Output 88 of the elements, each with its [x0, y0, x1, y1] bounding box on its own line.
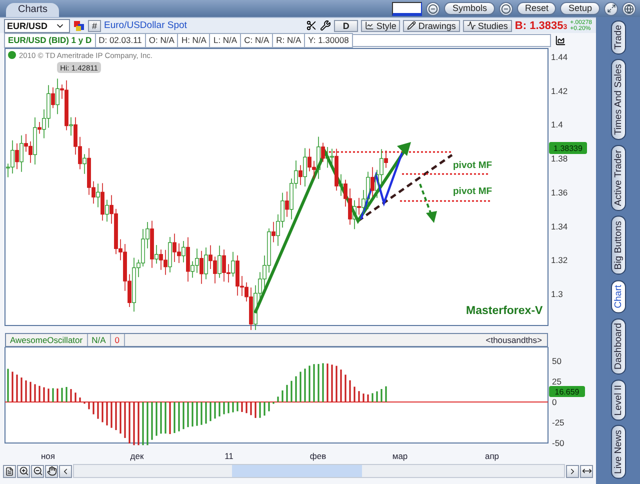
hash-button[interactable]: #	[88, 20, 102, 32]
fit-button[interactable]	[580, 464, 593, 478]
horizontal-arrows-icon	[582, 466, 592, 476]
chart-caption: Masterforex-V	[466, 305, 543, 317]
chart-type-icon[interactable]	[555, 35, 566, 46]
axis-tick-label: 1.44	[551, 52, 568, 62]
page-icon	[5, 466, 14, 476]
pan-button[interactable]	[45, 464, 58, 478]
zoom-in-icon	[18, 466, 28, 476]
axis-tick-label: ноя	[40, 451, 56, 461]
axis-tick-label: мар	[392, 451, 408, 461]
dashed-arrow	[419, 184, 437, 223]
quote-field: R: N/A	[273, 33, 306, 48]
axis-tick-label: 1.3	[551, 289, 563, 300]
units-label: <thousandths>	[486, 335, 543, 345]
quote-field: H: N/A	[178, 33, 210, 48]
globe-button[interactable]	[622, 2, 636, 16]
zoom-out-button[interactable]	[31, 464, 44, 478]
axis-tick-label: 11	[224, 451, 234, 461]
sidebar-tab[interactable]: Chart	[610, 280, 626, 314]
zoom-out-icon	[32, 466, 42, 476]
pivot-label: pivot MF	[453, 160, 492, 171]
last-value-badge: 16.659	[549, 386, 585, 397]
hand-icon	[46, 466, 56, 476]
symbol-input[interactable]: EUR/USD	[5, 20, 55, 30]
instrument-title: EUR/USD (BID) 1 y D	[4, 33, 96, 48]
expand-button[interactable]	[604, 2, 618, 16]
zoom-in-button[interactable]	[17, 464, 30, 478]
color-squares-icon[interactable]	[73, 20, 85, 32]
scrollbar-thumb[interactable]	[232, 465, 362, 477]
minus-button[interactable]	[426, 2, 440, 16]
toolbar-button[interactable]: Drawings	[403, 20, 460, 32]
quote-field: D: 02.03.11	[96, 33, 146, 48]
axis-tick-label: 1.34	[551, 221, 568, 232]
scroll-left-button[interactable]	[59, 464, 72, 478]
axis-tick-label: 1.32	[551, 255, 568, 266]
toolbar-button[interactable]: Reset	[516, 2, 556, 15]
globe-icon	[624, 4, 634, 14]
studies-icon	[466, 21, 476, 30]
chart-line-icon	[365, 21, 374, 30]
sidebar-tab[interactable]: Times And Sales	[610, 59, 626, 140]
sidebar-tab[interactable]: Big Buttons	[610, 216, 626, 275]
toolbar-button[interactable]: Style	[361, 20, 400, 32]
sidebar-tab[interactable]: Live News	[610, 425, 626, 480]
symbol-description: Euro/USDollar Spot	[104, 20, 187, 31]
quote-field: L: N/A	[210, 33, 242, 48]
pencil-icon	[407, 21, 416, 30]
axis-tick-label: апр	[484, 451, 500, 461]
last-price-badge: 1.38339	[549, 142, 587, 154]
toolbar-button[interactable]: Studies	[462, 20, 512, 32]
axis-tick-label: -25	[552, 418, 564, 428]
page-button[interactable]	[3, 464, 16, 478]
axis-tick-label: 0	[552, 397, 557, 407]
axis-tick-label: 1.38	[551, 154, 568, 164]
axis-tick-label: -50	[552, 438, 564, 447]
period-button[interactable]: D	[334, 20, 358, 32]
indicator-name: AwesomeOscillator	[6, 334, 88, 346]
window-tab[interactable]: Charts	[6, 3, 60, 17]
sidebar-tab[interactable]: Trade	[610, 20, 626, 54]
sidebar-tab[interactable]: Active Trader	[610, 145, 626, 212]
zigzag-line	[360, 152, 404, 220]
axis-tick-label: 25	[552, 376, 562, 386]
quote-field: O: N/A	[146, 33, 178, 48]
indicator-change: 0	[110, 334, 124, 346]
axis-tick-label: 50	[552, 356, 562, 366]
axis-tick-label: 1.36	[551, 187, 568, 198]
toolbar-button[interactable]: Symbols	[444, 2, 495, 15]
logo-icon	[8, 51, 16, 59]
quote-field: Y: 1.30008	[305, 33, 353, 48]
sidebar-tab[interactable]: Level II	[610, 380, 626, 420]
minus-icon	[500, 4, 511, 14]
minus-icon	[428, 4, 438, 14]
axis-tick-label: 1.42	[551, 86, 568, 96]
wrench-icon[interactable]	[320, 20, 331, 31]
scissors-icon[interactable]	[306, 20, 317, 31]
axis-tick-label: 1.4	[551, 120, 563, 130]
sidebar-tab[interactable]: Dashboard	[610, 318, 626, 375]
quote-field: C: N/A	[241, 33, 274, 48]
axis-tick-label: дек	[130, 451, 144, 461]
pivot-label: pivot MF	[453, 186, 492, 197]
color-swatch[interactable]	[392, 2, 422, 16]
symbol-field[interactable]: EUR/USD	[4, 18, 70, 32]
scroll-right-button[interactable]	[566, 464, 579, 478]
toolbar-button[interactable]: Setup	[560, 2, 600, 15]
indicator-value: N/A	[88, 334, 111, 346]
expand-icon	[606, 4, 616, 13]
minus-button[interactable]	[498, 2, 513, 16]
axis-tick-label: фев	[310, 451, 326, 461]
